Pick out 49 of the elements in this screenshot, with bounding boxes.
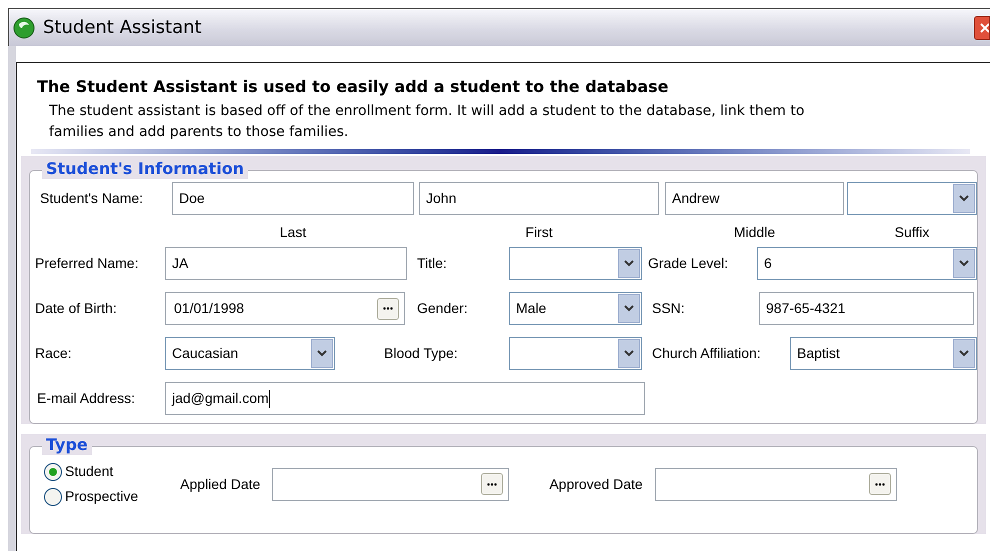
radio-option[interactable]: Student [44,461,138,482]
close-icon [979,22,989,34]
date-field[interactable] [654,468,897,500]
field-label: Title: [417,254,448,273]
field-caption: Middle [732,223,776,242]
field-label: SSN: [652,299,686,318]
field-caption: First [524,223,554,242]
dropdown[interactable]: Baptist [790,337,977,370]
ellipsis-icon [383,307,393,310]
field-label: Applied Date [180,474,260,494]
field-label: Approved Date [549,474,643,494]
field-label: Date of Birth: [35,299,118,318]
field-caption: Suffix [894,223,930,242]
window-title: Student Assistant [43,16,202,40]
input-field[interactable]: John [419,182,659,215]
ellipsis-icon [874,482,885,486]
field-label: Preferred Name: [35,254,140,273]
group-title: Student's Information [42,159,248,179]
dropdown[interactable]: Male [509,292,642,325]
ellipsis-button[interactable] [481,473,504,495]
ellipsis-icon [487,482,498,486]
dropdown[interactable]: Caucasian [165,337,335,370]
dropdown[interactable] [509,247,642,280]
globe-icon [13,16,35,38]
dropdown[interactable] [509,337,642,370]
input-field[interactable]: JA [165,247,407,280]
dropdown[interactable] [847,182,977,215]
field-label: Grade Level: [648,254,730,273]
date-field[interactable] [272,468,510,500]
radio-option[interactable]: Prospective [44,486,138,507]
description: The student assistant is based off of the enrollment form. It will add a student to the database, link them to families and add parents to those families. [49,102,806,142]
heading: The Student Assistant is used to easily add a student to the database [37,76,670,98]
date-field[interactable]: 01/01/1998 [165,292,405,325]
input-field[interactable]: jad@gmail.com [165,382,645,415]
dropdown[interactable]: 6 [757,247,977,280]
input-field[interactable]: Doe [172,182,414,215]
field-label: Student's Name: [40,189,144,208]
field-label: Gender: [417,299,469,318]
ellipsis-button[interactable] [868,473,891,495]
close-button[interactable] [974,16,990,40]
ellipsis-button[interactable] [377,298,399,320]
field-label: Race: [35,344,73,363]
group-title: Type [42,435,92,455]
field-caption: Last [278,223,308,242]
input-field[interactable]: 987-65-4321 [759,292,974,325]
field-label: E-mail Address: [37,389,136,408]
field-label: Blood Type: [384,344,459,363]
input-field[interactable]: Andrew [665,182,844,215]
field-label: Church Affiliation: [652,344,762,363]
